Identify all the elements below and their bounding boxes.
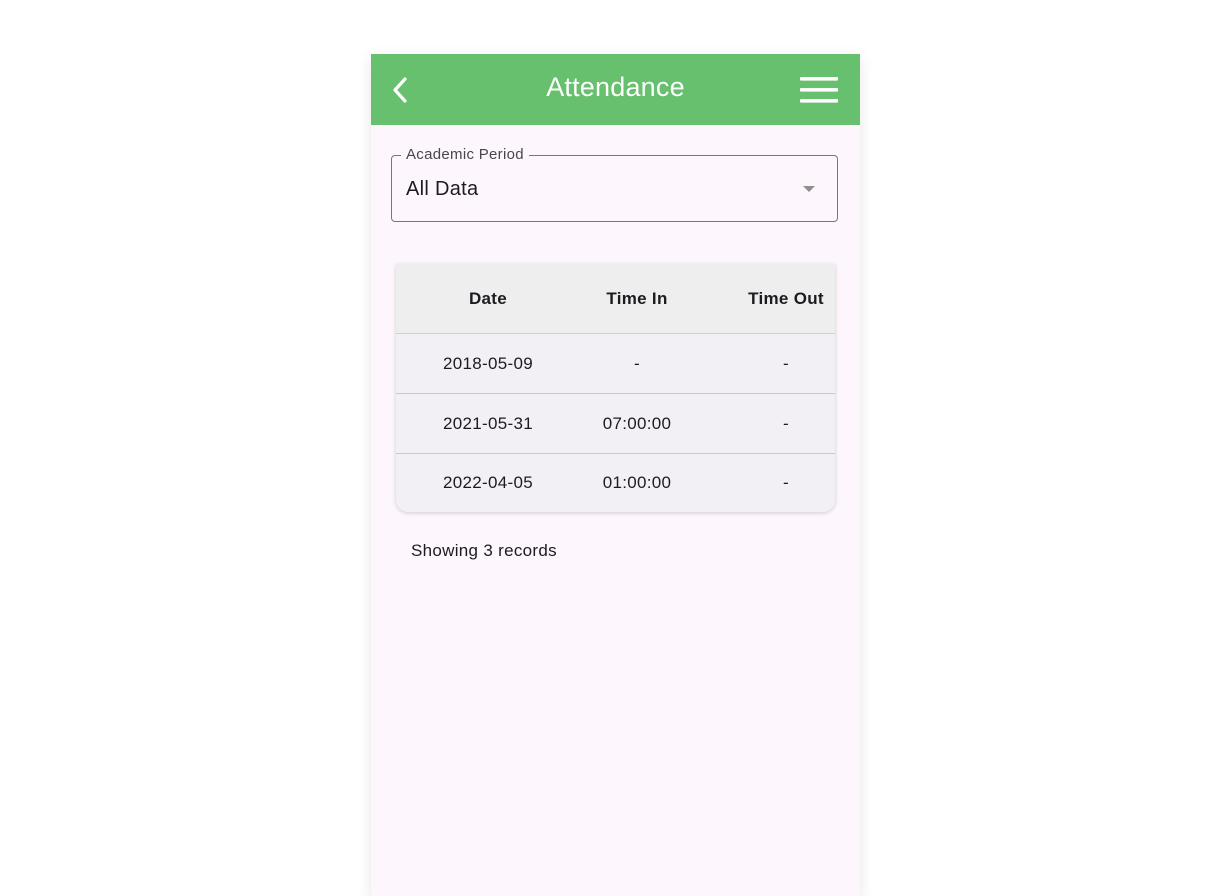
cell-time-in: 07:00:00: [602, 413, 672, 433]
cell-time-out: -: [783, 473, 789, 492]
table-row[interactable]: 2022-04-05 01:00:00 -: [396, 453, 835, 512]
column-header-date[interactable]: Date: [433, 264, 543, 333]
attendance-screen: Attendance Academic Period All Data Date…: [371, 54, 860, 896]
column-header-time-in[interactable]: Time In: [582, 264, 692, 333]
records-count: Showing 3 records: [411, 541, 557, 560]
page-title: Attendance: [546, 72, 685, 102]
cell-date: 2018-05-09: [443, 353, 533, 373]
table-header: Date Time In Time Out: [396, 264, 835, 334]
dropdown-caret-icon: [803, 186, 815, 192]
cell-time-out: -: [783, 353, 789, 373]
cell-date: 2021-05-31: [443, 413, 533, 433]
academic-period-value: All Data: [406, 178, 479, 200]
app-bar: Attendance: [371, 54, 860, 125]
table-row[interactable]: 2018-05-09 - -: [396, 334, 835, 394]
cell-date: 2022-04-05: [443, 473, 533, 492]
menu-button[interactable]: [796, 74, 840, 106]
cell-time-out: -: [783, 413, 789, 433]
table-row[interactable]: 2021-05-31 07:00:00 -: [396, 394, 835, 454]
column-header-time-out[interactable]: Time Out: [731, 264, 835, 333]
cell-time-in: -: [634, 353, 640, 373]
academic-period-dropdown[interactable]: Academic Period All Data: [391, 146, 838, 222]
hamburger-menu-icon: [800, 77, 838, 103]
academic-period-label: Academic Period: [401, 146, 529, 163]
attendance-table: Date Time In Time Out 2018-05-09 - - 202…: [396, 264, 835, 512]
cell-time-in: 01:00:00: [602, 473, 672, 492]
